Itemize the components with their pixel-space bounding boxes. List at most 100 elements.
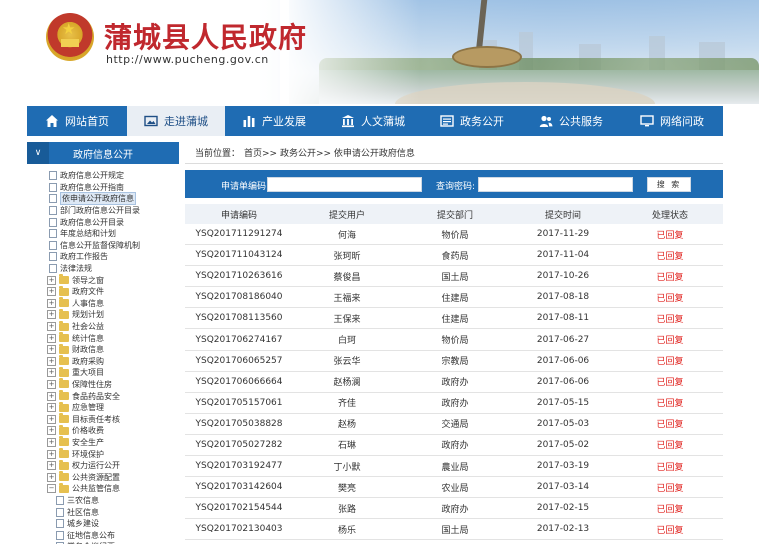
chevron-down-icon[interactable]: ∨	[27, 142, 49, 164]
cell-code[interactable]: YSQ201706066664	[185, 377, 293, 387]
query-password-input[interactable]	[478, 177, 633, 192]
cell-status[interactable]: 已回复	[617, 375, 723, 388]
expand-icon[interactable]: +	[47, 356, 56, 366]
table-row[interactable]: YSQ201711043124 张珂昕 食药局 2017-11-04 已回复	[185, 245, 723, 267]
cell-code[interactable]: YSQ201703192477	[185, 461, 293, 471]
cell-status[interactable]: 已回复	[617, 312, 723, 325]
expand-icon[interactable]: +	[47, 461, 56, 471]
table-row[interactable]: YSQ201702154544 张路 政府办 2017-02-15 已回复	[185, 498, 723, 520]
cell-status[interactable]: 已回复	[617, 354, 723, 367]
sidebar-item[interactable]: + 保障性住房	[27, 378, 179, 391]
cell-status[interactable]: 已回复	[617, 438, 723, 451]
cell-code[interactable]: YSQ201706274167	[185, 335, 293, 345]
application-code-input[interactable]	[267, 177, 422, 192]
expand-icon[interactable]: +	[47, 414, 56, 424]
sidebar-item[interactable]: 信息公开监督保障机制	[27, 240, 179, 252]
table-row[interactable]: YSQ201703142604 樊亮 农业局 2017-03-14 已回复	[185, 477, 723, 499]
table-row[interactable]: YSQ201705027282 石琳 政府办 2017-05-02 已回复	[185, 435, 723, 457]
table-row[interactable]: YSQ201706066664 赵杨澜 政府办 2017-06-06 已回复	[185, 372, 723, 393]
cell-status[interactable]: 已回复	[617, 291, 723, 304]
sidebar-item[interactable]: 社区信息	[27, 506, 179, 518]
sidebar-item[interactable]: 法律法规	[27, 263, 179, 275]
sidebar-item[interactable]: 年度总结和计划	[27, 228, 179, 240]
cell-code[interactable]: YSQ201705027282	[185, 440, 293, 450]
expand-icon[interactable]: +	[47, 333, 56, 343]
expand-icon[interactable]: +	[47, 298, 56, 308]
search-button[interactable]: 搜 索	[647, 177, 691, 192]
sidebar-item[interactable]: 部门政府信息公开目录	[27, 205, 179, 217]
expand-icon[interactable]: +	[47, 379, 56, 389]
sidebar-item[interactable]: 政府信息公开目录	[27, 216, 179, 228]
cell-code[interactable]: YSQ201705157061	[185, 398, 293, 408]
sidebar-item[interactable]: + 人事信息	[27, 297, 179, 310]
sidebar-item[interactable]: + 价格收费	[27, 424, 179, 437]
nav-item-gov-affairs[interactable]: 政务公开	[423, 106, 521, 136]
national-emblem-icon[interactable]: ★	[46, 13, 94, 61]
cell-status[interactable]: 已回复	[617, 270, 723, 283]
cell-status[interactable]: 已回复	[617, 228, 723, 241]
sidebar-item[interactable]: 政府信息公开规定	[27, 170, 179, 182]
sidebar-item[interactable]: + 应急管理	[27, 401, 179, 414]
cell-status[interactable]: 已回复	[617, 481, 723, 494]
sidebar-item[interactable]: + 食品药品安全	[27, 390, 179, 402]
collapse-icon[interactable]: −	[47, 484, 56, 494]
expand-icon[interactable]: +	[47, 391, 56, 401]
table-row[interactable]: YSQ201706274167 白珂 物价局 2017-06-27 已回复	[185, 329, 723, 351]
cell-code[interactable]: YSQ201705038828	[185, 419, 293, 429]
expand-icon[interactable]: +	[47, 426, 56, 436]
cell-code[interactable]: YSQ201706065257	[185, 356, 293, 366]
nav-item-online-inquiry[interactable]: 网络问政	[621, 106, 723, 136]
expand-icon[interactable]: +	[47, 275, 56, 285]
table-row[interactable]: YSQ201711291274 何海 物价局 2017-11-29 已回复	[185, 224, 723, 246]
expand-icon[interactable]: +	[47, 310, 56, 320]
expand-icon[interactable]: +	[47, 345, 56, 355]
sidebar-item[interactable]: 政府信息公开指南	[27, 182, 179, 194]
sidebar-item[interactable]: + 权力运行公开	[27, 459, 179, 472]
sidebar-item[interactable]: + 社会公益	[27, 320, 179, 333]
site-title[interactable]: 蒲城县人民政府	[104, 16, 307, 56]
sidebar-item[interactable]: + 领导之窗	[27, 274, 179, 286]
sidebar-item[interactable]: + 统计信息	[27, 332, 179, 344]
table-row[interactable]: YSQ201705038828 赵杨 交通局 2017-05-03 已回复	[185, 414, 723, 435]
cell-code[interactable]: YSQ201708186040	[185, 292, 293, 302]
cell-code[interactable]: YSQ201711291274	[185, 229, 293, 239]
cell-code[interactable]: YSQ201708113560	[185, 313, 293, 323]
cell-status[interactable]: 已回复	[617, 502, 723, 515]
table-row[interactable]: YSQ201702130403 杨乐 国土局 2017-02-13 已回复	[185, 519, 723, 541]
cell-code[interactable]: YSQ201703142604	[185, 482, 293, 492]
table-row[interactable]: YSQ201710263616 蔡俊昌 国土局 2017-10-26 已回复	[185, 266, 723, 288]
cell-status[interactable]: 已回复	[617, 249, 723, 262]
cell-status[interactable]: 已回复	[617, 460, 723, 473]
sidebar-item[interactable]: 城乡建设	[27, 518, 179, 530]
expand-icon[interactable]: +	[47, 472, 56, 482]
cell-code[interactable]: YSQ201711043124	[185, 250, 293, 260]
breadcrumb-path[interactable]: 首页>> 政务公开>> 依申请公开政府信息	[244, 146, 415, 159]
sidebar-item[interactable]: + 政府采购	[27, 355, 179, 368]
nav-item-industry[interactable]: 产业发展	[225, 106, 323, 136]
table-row[interactable]: YSQ201703192477 丁小默 農业局 2017-03-19 已回复	[185, 456, 723, 478]
sidebar-item[interactable]: + 财政信息	[27, 343, 179, 356]
table-row[interactable]: YSQ201708113560 王保来 住建局 2017-08-11 已回复	[185, 308, 723, 330]
cell-status[interactable]: 已回复	[617, 396, 723, 409]
sidebar-item[interactable]: 依申请公开政府信息	[27, 192, 179, 206]
expand-icon[interactable]: +	[47, 437, 56, 447]
table-row[interactable]: YSQ201708186040 王福来 住建局 2017-08-18 已回复	[185, 287, 723, 309]
sidebar-item[interactable]: + 安全生产	[27, 436, 179, 449]
sidebar-item[interactable]: − 公共监管信息	[27, 482, 179, 495]
table-row[interactable]: YSQ201706065257 张云华 宗教局 2017-06-06 已回复	[185, 351, 723, 372]
cell-code[interactable]: YSQ201702130403	[185, 524, 293, 534]
expand-icon[interactable]: +	[47, 287, 56, 297]
cell-status[interactable]: 已回复	[617, 417, 723, 430]
cell-status[interactable]: 已回复	[617, 523, 723, 536]
expand-icon[interactable]: +	[47, 322, 56, 332]
sidebar-item[interactable]: + 环境保护	[27, 448, 179, 460]
sidebar-item[interactable]: + 目标责任考核	[27, 413, 179, 425]
cell-status[interactable]: 已回复	[617, 333, 723, 346]
nav-item-home[interactable]: 网站首页	[27, 106, 127, 136]
sidebar-item[interactable]: 征地信息公布	[27, 529, 179, 541]
sidebar-item[interactable]: + 政府文件	[27, 285, 179, 298]
sidebar-header[interactable]: 政府信息公开 ∨	[27, 142, 179, 164]
table-row[interactable]: YSQ201705157061 齐佳 政府办 2017-05-15 已回复	[185, 393, 723, 414]
expand-icon[interactable]: +	[47, 403, 56, 413]
sidebar-item[interactable]: + 重大项目	[27, 366, 179, 379]
